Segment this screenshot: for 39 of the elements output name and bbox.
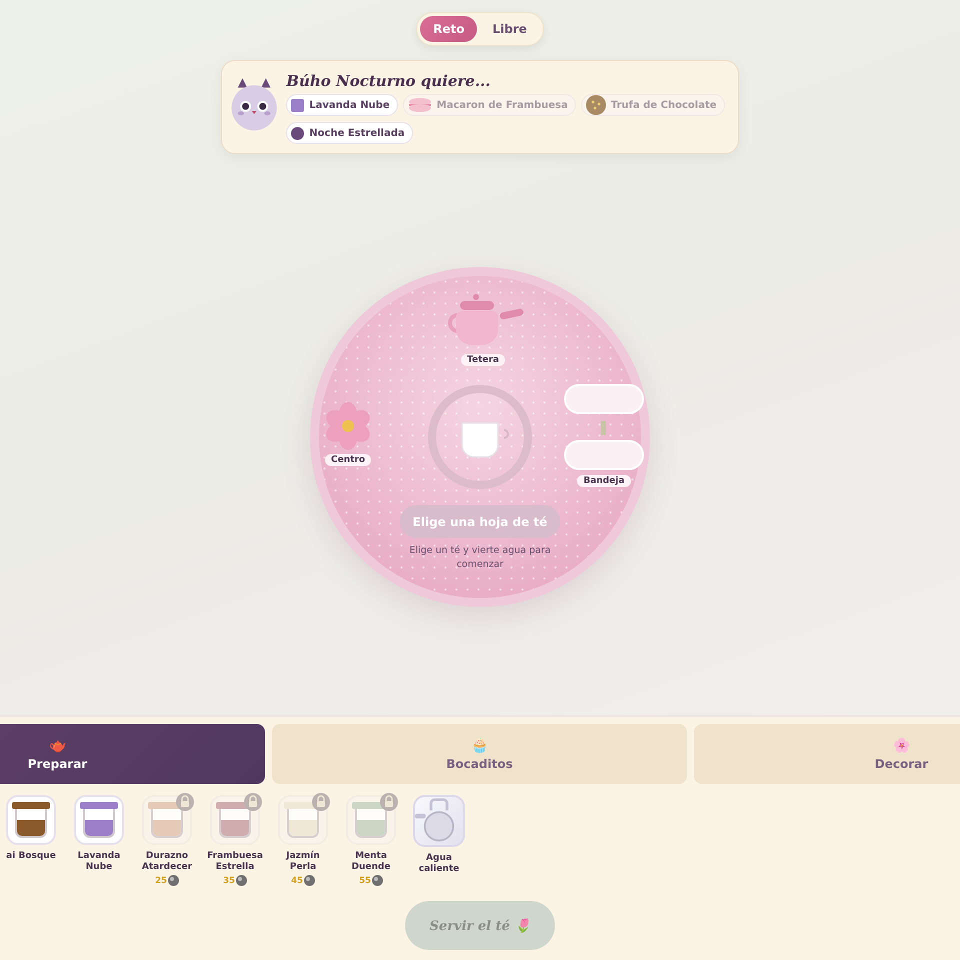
- coin-icon: [236, 875, 247, 886]
- chip-label: Noche Estrellada: [309, 128, 405, 138]
- category-tab[interactable]: 🧁 Bocaditos: [272, 724, 687, 784]
- coin-icon: [372, 875, 383, 886]
- price-tag: 45: [291, 875, 315, 886]
- chip-label: Macaron de Frambuesa: [436, 100, 568, 110]
- coin-icon: [304, 875, 315, 886]
- macaron-icon: [408, 98, 432, 112]
- hint-text: Elige un té y vierte agua para comenzar: [408, 544, 552, 572]
- empty-cup-icon: [426, 383, 534, 491]
- ingredient-label: Jazmín Perla: [284, 851, 321, 873]
- ingredient-label: Lavanda Nube: [76, 851, 122, 873]
- ingredient-label: Frambuesa Estrella: [206, 851, 264, 873]
- station-label: Bandeja: [577, 475, 631, 487]
- category-tab[interactable]: 🌸 Decorar: [694, 724, 960, 784]
- chip-label: Trufa de Chocolate: [610, 100, 717, 110]
- category-tab[interactable]: 🫖 Preparar: [0, 724, 265, 784]
- tray-icon[interactable]: [564, 384, 644, 472]
- chip-label: Lavanda Nube: [309, 100, 390, 110]
- price-tag: 25: [155, 875, 179, 886]
- kettle-tile[interactable]: [413, 795, 465, 847]
- price-tag: 55: [359, 875, 383, 886]
- lock-icon: [312, 793, 330, 811]
- mode-tab[interactable]: Reto: [420, 16, 478, 42]
- flower-icon[interactable]: [325, 402, 372, 450]
- mode-tab[interactable]: Libre: [479, 16, 540, 42]
- order-title: Búho Nocturno quiere...: [286, 72, 492, 90]
- station-label: Centro: [325, 454, 372, 466]
- ingredient-label: ai Bosque: [6, 851, 56, 862]
- ingredient-label: Agua caliente: [418, 853, 460, 875]
- truffle-icon: [586, 95, 606, 115]
- lock-icon: [380, 793, 398, 811]
- ingredient-label: Durazno Atardecer: [140, 851, 194, 873]
- lock-icon: [176, 793, 194, 811]
- price-tag: 35: [223, 875, 247, 886]
- ingredient-label: Menta Duende: [350, 851, 392, 873]
- coin-icon: [168, 875, 179, 886]
- station-label: Tetera: [461, 354, 505, 366]
- lock-icon: [244, 793, 262, 811]
